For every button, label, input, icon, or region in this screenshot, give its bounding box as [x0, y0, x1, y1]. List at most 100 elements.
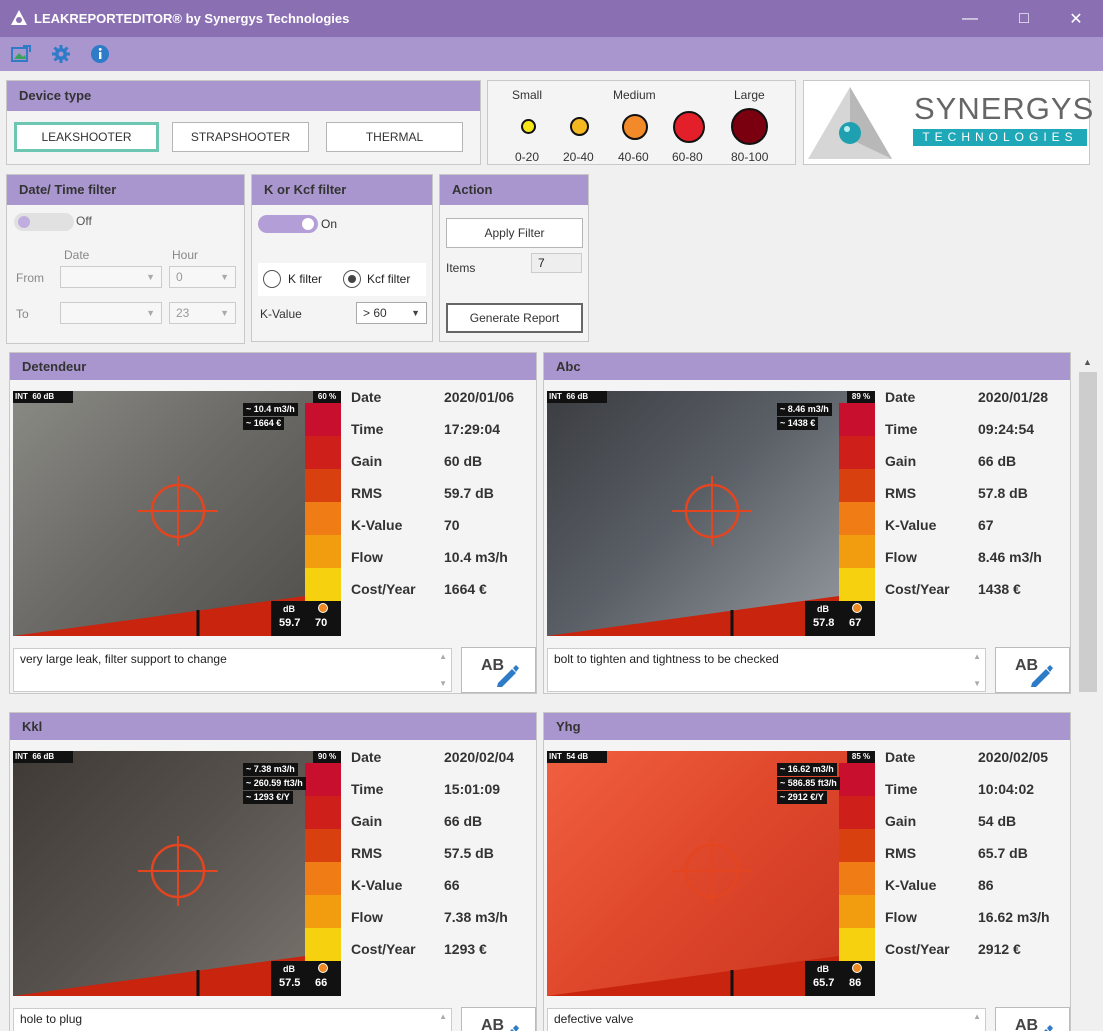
field-label: RMS [351, 845, 383, 861]
field-value: 66 dB [444, 813, 483, 829]
cards-scrollbar[interactable]: ▲ [1077, 352, 1099, 1031]
field-label: Flow [885, 909, 917, 925]
from-date-select[interactable]: ▼ [60, 266, 162, 288]
k-filter-radio[interactable] [263, 270, 281, 288]
info-icon[interactable] [90, 44, 110, 64]
field-value: 10.4 m3/h [444, 549, 508, 565]
field-label: Time [351, 781, 384, 797]
legend-range-label: 0-20 [515, 150, 540, 164]
comment-scroll-up[interactable]: ▲ [973, 652, 981, 661]
photo-flow-overlay: ~ 586.85 ft3/h [777, 777, 840, 790]
field-value: 66 dB [978, 453, 1017, 469]
comment-scroll-up[interactable]: ▲ [439, 652, 447, 661]
field-value: 1438 € [978, 581, 1021, 597]
legend-medium-label: Medium [613, 88, 656, 102]
field-value: 2020/01/06 [444, 389, 515, 405]
strapshooter-button[interactable]: STRAPSHOOTER [172, 122, 309, 152]
scrollbar-thumb[interactable] [1079, 372, 1097, 692]
field-label: Date [885, 749, 916, 765]
kcf-filter-radio[interactable] [343, 270, 361, 288]
k-filter-toggle[interactable] [258, 215, 318, 233]
legend-range-label: 20-40 [563, 150, 594, 164]
to-date-select[interactable]: ▼ [60, 302, 162, 324]
field-label: Date [351, 749, 382, 765]
sound-level-bar [547, 596, 839, 636]
edit-text-button[interactable]: AB [995, 1007, 1070, 1031]
comment-field[interactable]: hole to plug ▲ ▼ [13, 1008, 452, 1031]
image-export-icon[interactable] [11, 44, 31, 64]
sound-k-value: 86 [849, 977, 862, 989]
comment-field[interactable]: bolt to tighten and tightness to be chec… [547, 648, 986, 692]
sound-db-value: 57.5 [279, 977, 301, 989]
comment-field[interactable]: defective valve ▲ ▼ [547, 1008, 986, 1031]
maximize-button[interactable]: □ [1001, 0, 1047, 37]
field-value: 1664 € [444, 581, 487, 597]
minimize-button[interactable]: — [947, 0, 993, 37]
comment-scroll-down[interactable]: ▼ [439, 679, 447, 688]
date-filter-toggle[interactable] [14, 213, 74, 231]
field-value: 66 [444, 877, 460, 893]
sound-readout: dB 57.8 67 [805, 601, 875, 636]
edit-text-button[interactable]: AB [461, 647, 536, 693]
apply-filter-button[interactable]: Apply Filter [446, 218, 583, 248]
comment-scroll-down[interactable]: ▼ [973, 679, 981, 688]
hour-column-label: Hour [172, 248, 199, 262]
leak-photo: INT 54 dB 85 % ~ 16.62 m3/h ~ 586.85 ft3/h ~… [547, 751, 875, 996]
date-toggle-label: Off [76, 214, 92, 228]
to-label: To [16, 307, 29, 321]
edit-text-button[interactable]: AB [461, 1007, 536, 1031]
toolbar [0, 37, 1103, 71]
from-label: From [16, 271, 44, 285]
sound-k-value: 66 [315, 977, 328, 989]
field-label: Time [885, 781, 918, 797]
comment-field[interactable]: very large leak, filter support to chang… [13, 648, 452, 692]
field-label: Gain [351, 453, 383, 469]
synergys-logo: SYNERGYS TECHNOLOGIES [803, 80, 1093, 165]
field-value: 57.8 dB [978, 485, 1028, 501]
close-button[interactable]: ✕ [1053, 0, 1099, 37]
field-label: Gain [351, 813, 383, 829]
field-value: 09:24:54 [978, 421, 1035, 437]
sound-k-value: 67 [849, 617, 862, 629]
field-label: Gain [885, 813, 917, 829]
photo-percent-badge: 60 % [313, 391, 341, 403]
app-logo-icon [11, 10, 27, 25]
logo-subtitle: TECHNOLOGIES [913, 129, 1087, 146]
generate-report-button[interactable]: Generate Report [446, 303, 583, 333]
field-value: 2020/01/28 [978, 389, 1049, 405]
comment-text: hole to plug [20, 1012, 83, 1026]
field-label: K-Value [885, 517, 937, 533]
edit-text-button[interactable]: AB [995, 647, 1070, 693]
field-value: 10:04:02 [978, 781, 1035, 797]
legend-small-label: Small [512, 88, 543, 102]
field-value: 67 [978, 517, 994, 533]
k-value-select[interactable]: > 60 ▼ [356, 302, 427, 324]
date-filter-header: Date/ Time filter [7, 175, 244, 205]
gear-icon[interactable] [51, 44, 71, 64]
comment-scroll-up[interactable]: ▲ [439, 1012, 447, 1021]
pencil-icon [510, 1025, 519, 1031]
scroll-up-arrow[interactable]: ▲ [1083, 357, 1092, 367]
field-value: 54 dB [978, 813, 1017, 829]
field-value: 16.62 m3/h [978, 909, 1050, 925]
k-filter-options: K filter Kcf filter [258, 263, 426, 296]
pencil-icon [1044, 1025, 1053, 1031]
from-hour-select[interactable]: 0 ▼ [169, 266, 236, 288]
leak-photo: INT 60 dB 60 % ~ 10.4 m3/h ~ 1664 € dB 59.7… [13, 391, 341, 636]
comment-scroll-up[interactable]: ▲ [973, 1012, 981, 1021]
to-hour-select[interactable]: 23 ▼ [169, 302, 236, 324]
k-filter-panel: K or Kcf filter On K filter Kcf filter K… [251, 174, 433, 342]
photo-flow-overlay: ~ 16.62 m3/h [777, 763, 837, 776]
k-toggle-label: On [321, 217, 338, 231]
device-type-panel: Device type LEAKSHOOTER STRAPSHOOTER THE… [6, 80, 481, 165]
intensity-scale [305, 763, 341, 961]
field-label: Cost/Year [885, 581, 950, 597]
field-label: Cost/Year [351, 941, 416, 957]
leakshooter-button[interactable]: LEAKSHOOTER [14, 122, 159, 152]
thermal-button[interactable]: THERMAL [326, 122, 463, 152]
field-label: K-Value [351, 517, 403, 533]
sound-db-value: 59.7 [279, 617, 301, 629]
legend-dot-40-60 [622, 114, 648, 140]
photo-info-badge: INT 54 dB [547, 751, 607, 763]
field-label: K-Value [885, 877, 937, 893]
